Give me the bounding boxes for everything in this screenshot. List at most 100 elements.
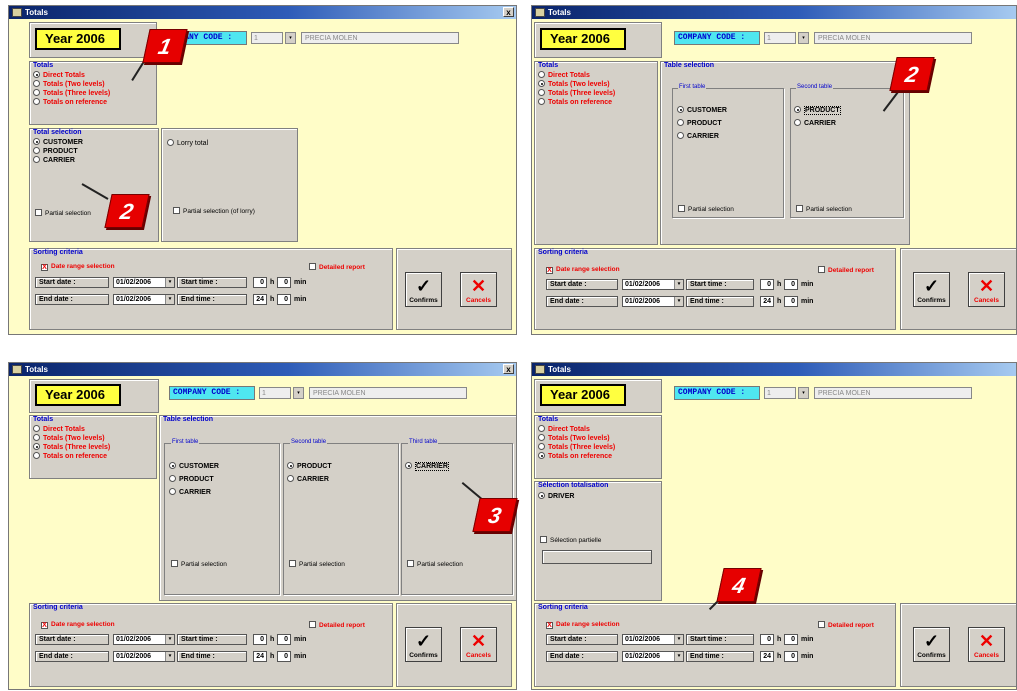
radio-product[interactable]: PRODUCT bbox=[287, 462, 332, 471]
confirm-button[interactable]: ✓ Confirms bbox=[405, 272, 442, 307]
start-hour-field[interactable]: 0 bbox=[253, 277, 267, 288]
date-range-checkbox[interactable]: X Date range selection bbox=[546, 266, 620, 274]
radio-product[interactable]: PRODUCT bbox=[677, 119, 722, 128]
end-hour-field[interactable]: 24 bbox=[253, 651, 267, 662]
end-min-field[interactable]: 0 bbox=[277, 294, 291, 305]
partial-selection-checkbox[interactable]: Partial selection bbox=[407, 560, 463, 569]
start-hour-field[interactable]: 0 bbox=[253, 634, 267, 645]
radio-product[interactable]: PRODUCT bbox=[794, 106, 841, 115]
company-name-field: PRECIA MOLEN bbox=[301, 32, 459, 44]
start-date-field[interactable]: 01/02/2006 ▾ bbox=[622, 634, 684, 645]
end-hour-field[interactable]: 24 bbox=[760, 651, 774, 662]
radio-carrier[interactable]: CARRIER bbox=[33, 156, 75, 165]
end-date-label: End date : bbox=[35, 651, 109, 662]
radio-lorry-total[interactable]: Lorry total bbox=[167, 139, 208, 148]
radio-totals-two[interactable]: Totals (Two levels) bbox=[33, 434, 105, 443]
radio-carrier[interactable]: CARRIER bbox=[169, 488, 211, 497]
start-date-field[interactable]: 01/02/2006 ▾ bbox=[113, 634, 175, 645]
company-code-input[interactable]: 1 bbox=[251, 32, 283, 44]
partial-selection-checkbox[interactable]: Partial selection bbox=[678, 205, 734, 214]
radio-totals-three[interactable]: Totals (Three levels) bbox=[33, 89, 110, 98]
end-min-field[interactable]: 0 bbox=[784, 651, 798, 662]
partial-selection-checkbox[interactable]: Partial selection bbox=[171, 560, 227, 569]
cancel-button[interactable]: ✕ Cancels bbox=[460, 627, 497, 662]
start-min-field[interactable]: 0 bbox=[784, 279, 798, 290]
start-date-field[interactable]: 01/02/2006 ▾ bbox=[113, 277, 175, 288]
chevron-down-icon[interactable]: ▾ bbox=[285, 32, 296, 44]
radio-totals-reference[interactable]: Totals on reference bbox=[538, 98, 612, 107]
date-range-checkbox[interactable]: X Date range selection bbox=[41, 621, 115, 629]
year-display: Year 2006 bbox=[35, 28, 121, 50]
cancel-button[interactable]: ✕ Cancels bbox=[968, 272, 1005, 307]
hour-unit: h bbox=[777, 298, 782, 305]
end-hour-field[interactable]: 24 bbox=[253, 294, 267, 305]
company-code-input[interactable]: 1 bbox=[764, 32, 796, 44]
radio-totals-reference[interactable]: Totals on reference bbox=[33, 452, 107, 461]
start-date-field[interactable]: 01/02/2006 ▾ bbox=[622, 279, 684, 290]
radio-totals-three[interactable]: Totals (Three levels) bbox=[33, 443, 110, 452]
radio-direct-totals[interactable]: Direct Totals bbox=[538, 71, 590, 80]
end-date-field[interactable]: 01/02/2006 ▾ bbox=[622, 651, 684, 662]
end-date-field[interactable]: 01/02/2006 ▾ bbox=[113, 651, 175, 662]
radio-customer[interactable]: CUSTOMER bbox=[677, 106, 727, 115]
detailed-report-checkbox[interactable]: Detailed report bbox=[309, 263, 365, 272]
date-range-checkbox[interactable]: X Date range selection bbox=[546, 621, 620, 629]
start-min-field[interactable]: 0 bbox=[784, 634, 798, 645]
radio-totals-three[interactable]: Totals (Three levels) bbox=[538, 89, 615, 98]
confirm-button[interactable]: ✓ Confirms bbox=[405, 627, 442, 662]
radio-carrier[interactable]: CARRIER bbox=[677, 132, 719, 141]
chevron-down-icon[interactable]: ▾ bbox=[293, 387, 304, 399]
end-date-field[interactable]: 01/02/2006 ▾ bbox=[622, 296, 684, 307]
radio-direct-totals[interactable]: Direct Totals bbox=[33, 425, 85, 434]
partial-selection-checkbox[interactable]: Sélection partielle bbox=[540, 536, 601, 545]
radio-direct-totals[interactable]: Direct Totals bbox=[538, 425, 590, 434]
radio-totals-reference[interactable]: Totals on reference bbox=[538, 452, 612, 461]
radio-totals-two[interactable]: Totals (Two levels) bbox=[538, 80, 610, 89]
detailed-report-checkbox[interactable]: Detailed report bbox=[818, 621, 874, 630]
year-display: Year 2006 bbox=[540, 28, 626, 50]
min-unit: min bbox=[294, 636, 307, 643]
start-hour-field[interactable]: 0 bbox=[760, 634, 774, 645]
detailed-report-checkbox[interactable]: Detailed report bbox=[309, 621, 365, 630]
cancel-button[interactable]: ✕ Cancels bbox=[460, 272, 497, 307]
company-code-input[interactable]: 1 bbox=[259, 387, 291, 399]
partial-selection-checkbox[interactable]: Partial selection bbox=[796, 205, 852, 214]
close-button[interactable]: x bbox=[503, 7, 514, 17]
partial-selection-checkbox[interactable]: Partial selection bbox=[35, 209, 91, 218]
date-range-checkbox[interactable]: X Date range selection bbox=[41, 263, 115, 271]
partial-lorry-checkbox[interactable]: Partial selection (of lorry) bbox=[173, 207, 255, 216]
confirm-button[interactable]: ✓ Confirms bbox=[913, 627, 950, 662]
radio-totals-two[interactable]: Totals (Two levels) bbox=[33, 80, 105, 89]
end-date-label: End date : bbox=[35, 294, 109, 305]
radio-product[interactable]: PRODUCT bbox=[33, 147, 78, 156]
radio-customer[interactable]: CUSTOMER bbox=[33, 138, 83, 147]
company-code-input[interactable]: 1 bbox=[764, 387, 796, 399]
partial-selection-field[interactable] bbox=[542, 550, 652, 564]
radio-carrier[interactable]: CARRIER bbox=[405, 462, 449, 471]
chevron-down-icon[interactable]: ▾ bbox=[798, 387, 809, 399]
radio-direct-totals[interactable]: Direct Totals bbox=[33, 71, 85, 80]
chevron-down-icon[interactable]: ▾ bbox=[798, 32, 809, 44]
radio-driver[interactable]: DRIVER bbox=[538, 492, 574, 501]
end-date-field[interactable]: 01/02/2006 ▾ bbox=[113, 294, 175, 305]
end-min-field[interactable]: 0 bbox=[277, 651, 291, 662]
end-min-field[interactable]: 0 bbox=[784, 296, 798, 307]
title-bar: Totals bbox=[532, 363, 1016, 376]
radio-totals-reference[interactable]: Totals on reference bbox=[33, 98, 107, 107]
start-hour-field[interactable]: 0 bbox=[760, 279, 774, 290]
start-min-field[interactable]: 0 bbox=[277, 277, 291, 288]
partial-selection-checkbox[interactable]: Partial selection bbox=[289, 560, 345, 569]
radio-product[interactable]: PRODUCT bbox=[169, 475, 214, 484]
radio-carrier[interactable]: CARRIER bbox=[287, 475, 329, 484]
cancel-button[interactable]: ✕ Cancels bbox=[968, 627, 1005, 662]
radio-totals-three[interactable]: Totals (Three levels) bbox=[538, 443, 615, 452]
radio-totals-two[interactable]: Totals (Two levels) bbox=[538, 434, 610, 443]
end-hour-field[interactable]: 24 bbox=[760, 296, 774, 307]
detailed-report-checkbox[interactable]: Detailed report bbox=[818, 266, 874, 275]
radio-customer[interactable]: CUSTOMER bbox=[169, 462, 219, 471]
app-icon bbox=[535, 8, 545, 17]
radio-carrier[interactable]: CARRIER bbox=[794, 119, 836, 128]
start-min-field[interactable]: 0 bbox=[277, 634, 291, 645]
close-button[interactable]: x bbox=[503, 364, 514, 374]
confirm-button[interactable]: ✓ Confirms bbox=[913, 272, 950, 307]
